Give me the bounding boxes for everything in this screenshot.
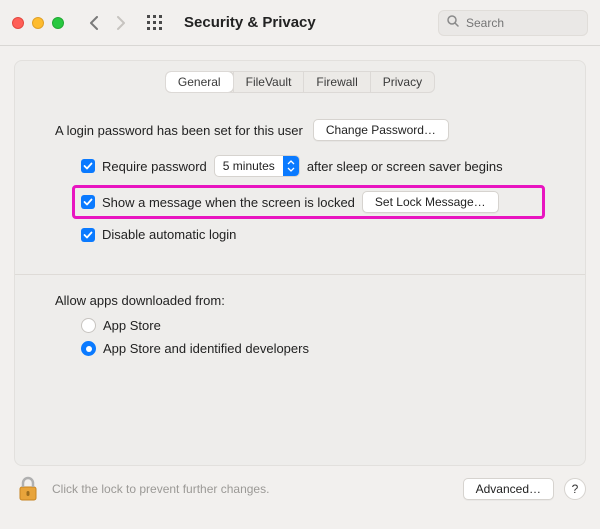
titlebar: Security & Privacy bbox=[0, 0, 600, 46]
radio-identified[interactable] bbox=[81, 341, 96, 356]
require-password-row: Require password 5 minutes after sleep o… bbox=[81, 155, 545, 177]
require-password-label-pre: Require password bbox=[102, 159, 207, 174]
disable-auto-login-row: Disable automatic login bbox=[81, 227, 545, 242]
disable-auto-login-checkbox[interactable] bbox=[81, 228, 95, 242]
show-all-icon[interactable] bbox=[144, 12, 166, 34]
back-button[interactable] bbox=[82, 12, 104, 34]
select-arrows-icon bbox=[283, 155, 299, 177]
help-button[interactable]: ? bbox=[564, 478, 586, 500]
tab-bar: General FileVault Firewall Privacy bbox=[15, 71, 585, 93]
allow-apps-heading: Allow apps downloaded from: bbox=[55, 293, 545, 308]
require-password-delay-value: 5 minutes bbox=[215, 159, 283, 173]
lock-hint-text: Click the lock to prevent further change… bbox=[52, 482, 269, 496]
radio-appstore[interactable] bbox=[81, 318, 96, 333]
advanced-button[interactable]: Advanced… bbox=[463, 478, 554, 500]
window-controls bbox=[12, 17, 64, 29]
allow-apps-identified-row[interactable]: App Store and identified developers bbox=[81, 341, 545, 356]
show-lock-message-label: Show a message when the screen is locked bbox=[102, 195, 355, 210]
tab-privacy[interactable]: Privacy bbox=[371, 72, 434, 92]
separator bbox=[15, 274, 585, 275]
require-password-delay-select[interactable]: 5 minutes bbox=[214, 155, 300, 177]
prefs-panel: General FileVault Firewall Privacy A log… bbox=[14, 60, 586, 466]
login-password-text: A login password has been set for this u… bbox=[55, 123, 303, 138]
require-password-checkbox[interactable] bbox=[81, 159, 95, 173]
search-field[interactable] bbox=[438, 10, 588, 36]
set-lock-message-button[interactable]: Set Lock Message… bbox=[362, 191, 499, 213]
radio-appstore-label: App Store bbox=[103, 318, 161, 333]
search-icon bbox=[447, 15, 459, 30]
allow-apps-appstore-row[interactable]: App Store bbox=[81, 318, 545, 333]
change-password-button[interactable]: Change Password… bbox=[313, 119, 449, 141]
close-icon[interactable] bbox=[12, 17, 24, 29]
minimize-icon[interactable] bbox=[32, 17, 44, 29]
login-password-row: A login password has been set for this u… bbox=[55, 119, 545, 141]
show-lock-message-checkbox[interactable] bbox=[81, 195, 95, 209]
require-password-label-post: after sleep or screen saver begins bbox=[307, 159, 503, 174]
footer: Click the lock to prevent further change… bbox=[0, 466, 600, 512]
lock-icon[interactable] bbox=[14, 475, 42, 503]
radio-identified-label: App Store and identified developers bbox=[103, 341, 309, 356]
nav-buttons bbox=[82, 12, 132, 34]
window-title: Security & Privacy bbox=[184, 14, 316, 31]
show-lock-message-row: Show a message when the screen is locked… bbox=[72, 185, 545, 219]
zoom-icon[interactable] bbox=[52, 17, 64, 29]
disable-auto-login-label: Disable automatic login bbox=[102, 227, 236, 242]
search-input[interactable] bbox=[464, 15, 579, 31]
tab-firewall[interactable]: Firewall bbox=[304, 72, 369, 92]
tab-general[interactable]: General bbox=[166, 72, 233, 92]
forward-button[interactable] bbox=[110, 12, 132, 34]
tab-filevault[interactable]: FileVault bbox=[234, 72, 304, 92]
allow-apps-section: Allow apps downloaded from: App Store Ap… bbox=[15, 293, 585, 356]
